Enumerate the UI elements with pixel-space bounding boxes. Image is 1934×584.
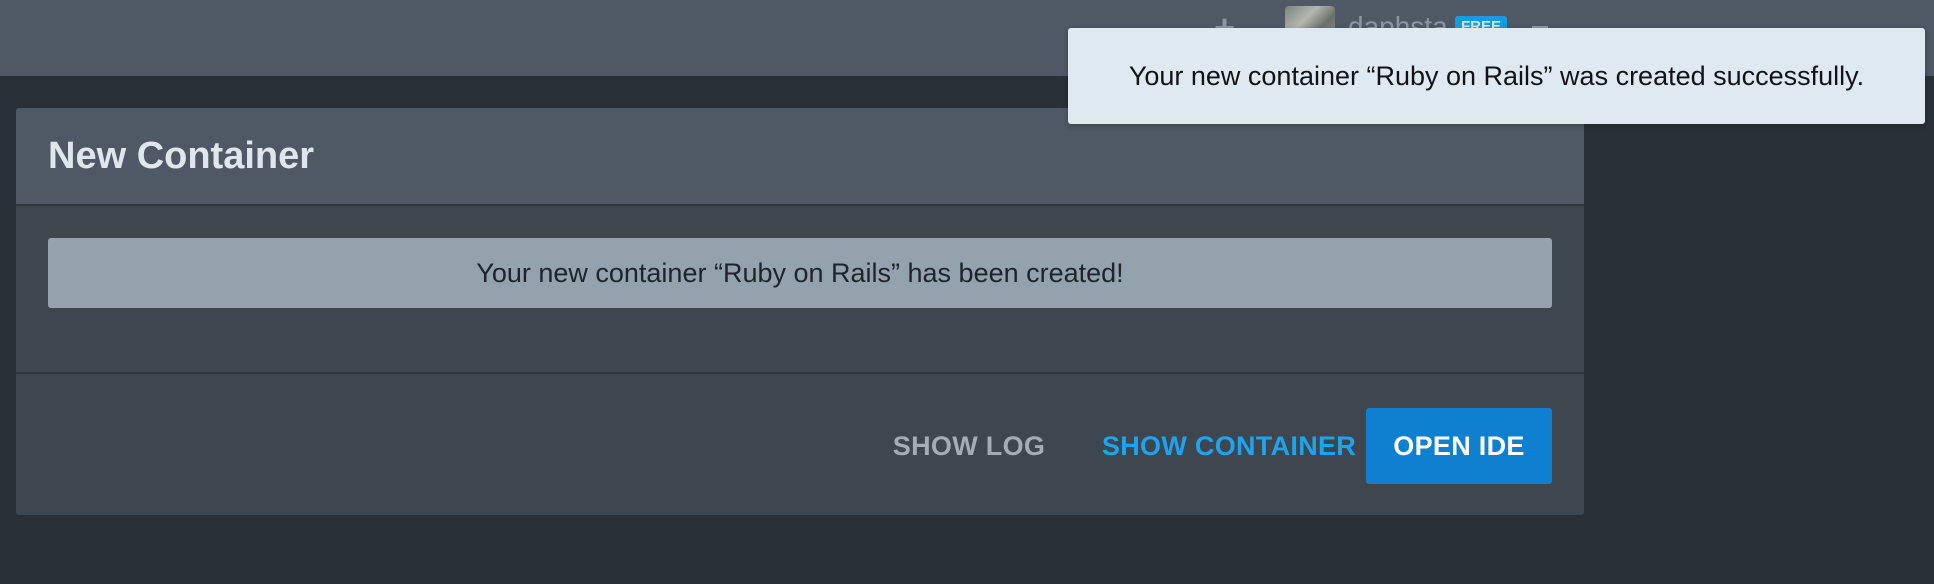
new-container-panel: New Container Your new container “Ruby o… (16, 108, 1584, 515)
open-ide-button[interactable]: OPEN IDE (1366, 408, 1552, 484)
show-log-button[interactable]: SHOW LOG (874, 408, 1064, 484)
divider (16, 372, 1584, 374)
success-message: Your new container “Ruby on Rails” has b… (48, 238, 1552, 308)
show-container-button[interactable]: SHOW CONTAINER (1084, 408, 1374, 484)
panel-title: New Container (48, 135, 315, 177)
toast-notification[interactable]: Your new container “Ruby on Rails” was c… (1068, 28, 1925, 124)
